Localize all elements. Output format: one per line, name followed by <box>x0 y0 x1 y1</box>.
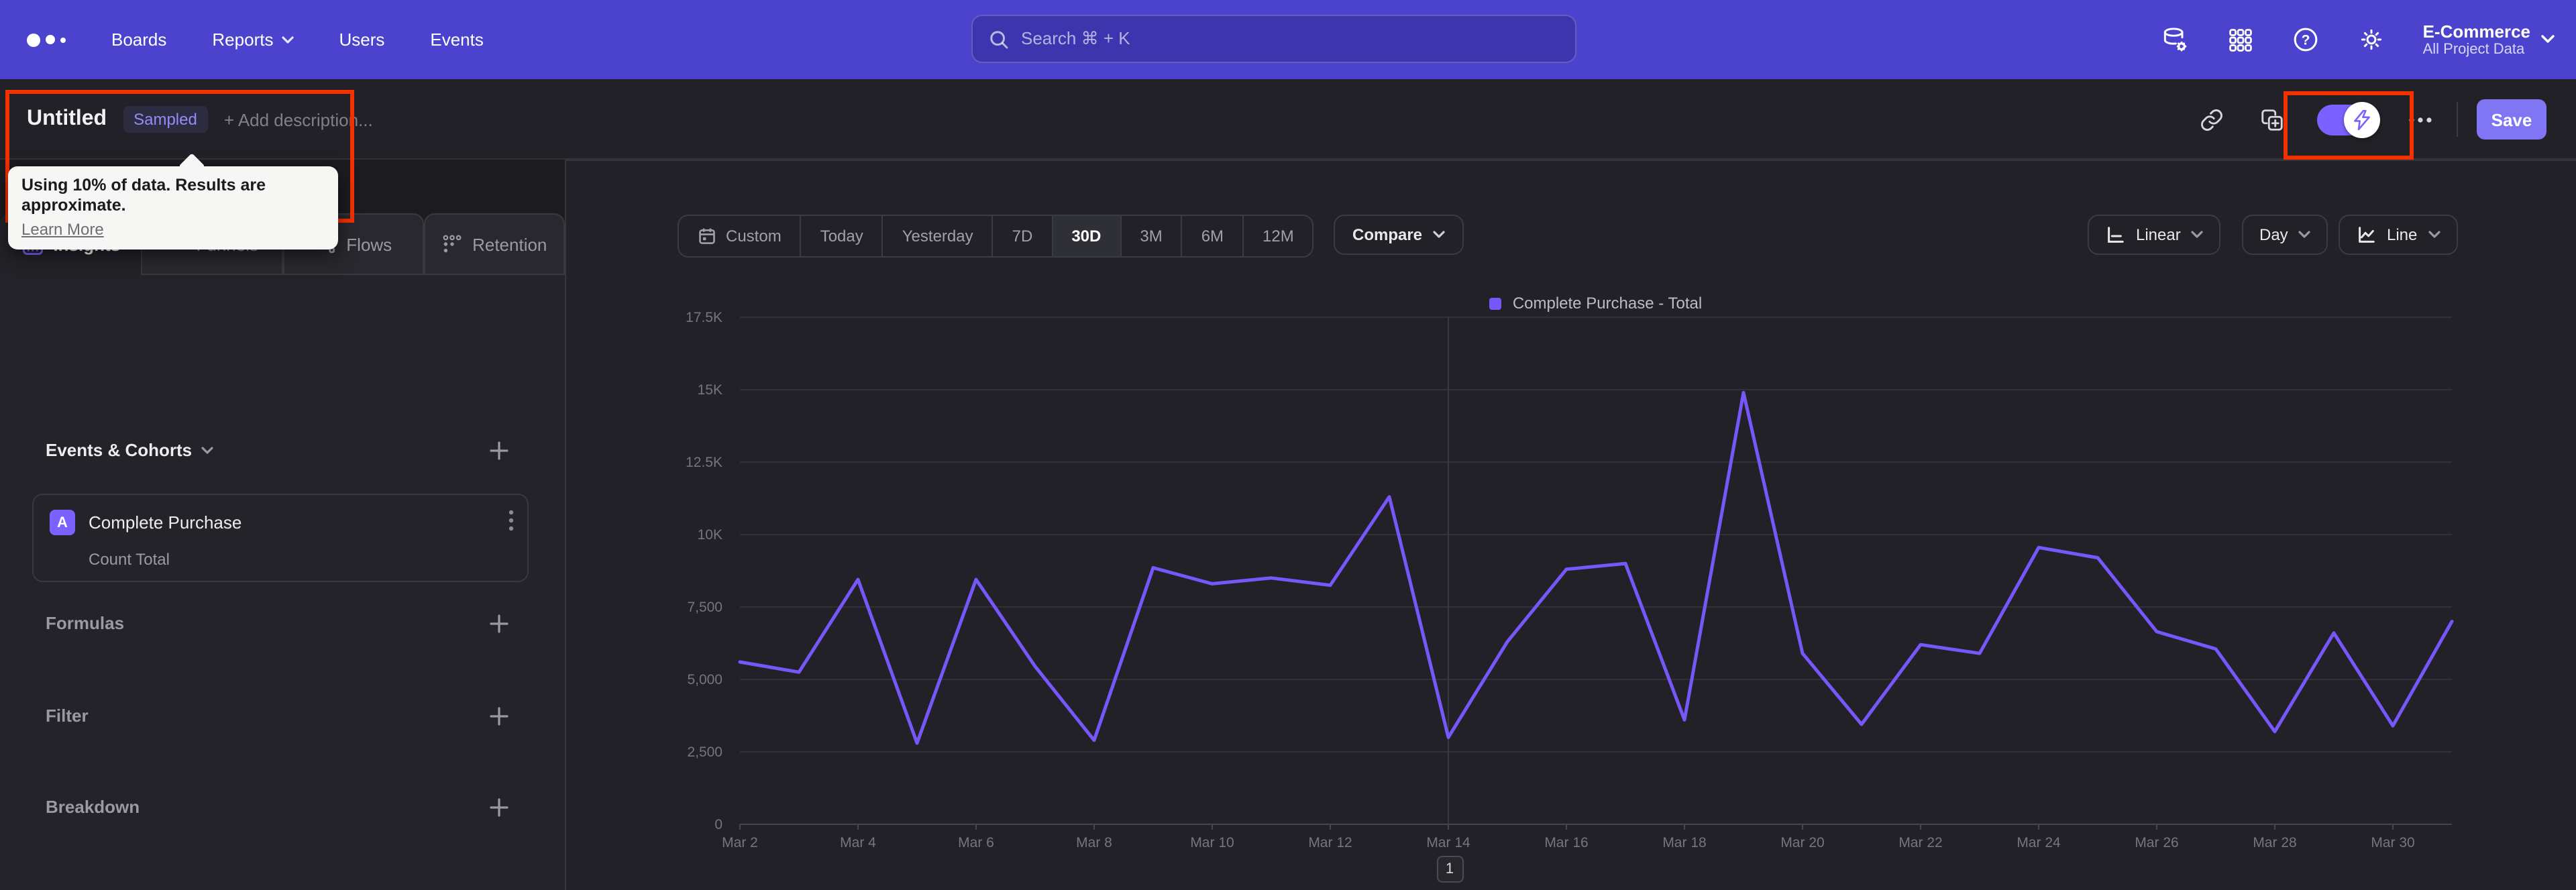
chevron-down-icon <box>2192 231 2204 238</box>
legend-swatch <box>1489 297 1502 309</box>
sampling-toggle-knob <box>2344 101 2380 137</box>
help-icon[interactable]: ? <box>2292 25 2320 54</box>
save-button[interactable]: Save <box>2477 99 2546 140</box>
chevron-down-icon <box>2299 231 2311 238</box>
nav-menu: Boards Reports Users Events <box>111 30 484 50</box>
event-letter-badge: A <box>50 510 75 535</box>
more-options-icon[interactable] <box>2408 116 2432 123</box>
add-description-field[interactable]: + Add description... <box>224 109 373 129</box>
plus-icon <box>490 614 508 633</box>
duplicate-icon[interactable] <box>2259 107 2285 132</box>
section-label: Breakdown <box>46 797 140 817</box>
calendar-icon <box>699 228 715 244</box>
linear-scale-icon <box>2108 226 2124 242</box>
report-title[interactable]: Untitled <box>27 107 107 131</box>
project-scope: All Project Data <box>2422 41 2525 57</box>
nav-item-boards[interactable]: Boards <box>111 30 166 50</box>
interval-dropdown[interactable]: Day <box>2242 215 2328 255</box>
events-cohorts-header[interactable]: Events & Cohorts <box>46 440 213 460</box>
query-builder-body: Events & Cohorts A Complete Purchase Cou… <box>0 275 565 890</box>
svg-text:?: ? <box>2301 33 2310 48</box>
section-label: Formulas <box>46 613 125 633</box>
report-header: Untitled Sampled + Add description... Sa… <box>0 79 2576 160</box>
add-filter-button[interactable] <box>484 702 514 731</box>
chevron-down-icon <box>281 36 294 43</box>
plus-icon <box>490 441 508 460</box>
chevron-down-icon <box>2428 231 2440 238</box>
add-breakdown-button[interactable] <box>484 793 514 822</box>
line-chart-icon <box>2359 226 2375 242</box>
tooltip-text: Using 10% of data. Results are approxima… <box>21 176 266 215</box>
range-yesterday[interactable]: Yesterday <box>883 216 994 256</box>
nav-right-cluster: ? E-Commerce All Project Data <box>2160 0 2576 79</box>
chart-annotation-marker[interactable]: 1 <box>1436 856 1463 883</box>
sampled-badge[interactable]: Sampled <box>123 106 208 133</box>
header-divider <box>2457 102 2458 137</box>
data-management-icon[interactable] <box>2160 25 2190 54</box>
range-7d[interactable]: 7D <box>994 216 1053 256</box>
range-6m[interactable]: 6M <box>1183 216 1244 256</box>
plus-icon <box>490 707 508 726</box>
range-12m[interactable]: 12M <box>1244 216 1313 256</box>
project-name: E-Commerce <box>2422 21 2530 41</box>
nav-item-reports[interactable]: Reports <box>212 30 294 50</box>
event-name[interactable]: Complete Purchase <box>89 512 241 533</box>
range-3m[interactable]: 3M <box>1121 216 1183 256</box>
retention-icon <box>443 235 462 253</box>
search-placeholder: Search ⌘ + K <box>1021 28 1130 48</box>
scale-dropdown[interactable]: Linear <box>2088 215 2221 255</box>
event-row-complete-purchase[interactable]: A Complete Purchase Count Total <box>32 494 529 582</box>
section-formulas: Formulas <box>0 613 565 633</box>
event-kebab-menu-icon[interactable] <box>508 510 514 531</box>
settings-gear-icon[interactable] <box>2357 25 2385 54</box>
legend-label: Complete Purchase - Total <box>1512 294 1703 313</box>
top-navbar: Boards Reports Users Events Search ⌘ + K <box>0 0 2576 79</box>
search-icon <box>990 30 1008 48</box>
mixpanel-logo-icon[interactable] <box>27 33 66 46</box>
add-event-button[interactable] <box>484 436 514 465</box>
sampling-toggle[interactable] <box>2317 101 2380 137</box>
apps-grid-icon[interactable] <box>2227 26 2254 53</box>
add-formulas-button[interactable] <box>484 609 514 638</box>
chart-type-dropdown[interactable]: Line <box>2339 215 2458 255</box>
compare-button[interactable]: Compare <box>1334 215 1464 255</box>
chevron-down-icon <box>1433 231 1445 238</box>
query-builder-panel: InsightsFunnelsFlowsRetention Events & C… <box>0 160 565 890</box>
lightning-bolt-icon <box>2354 109 2370 129</box>
range-custom[interactable]: Custom <box>679 216 802 256</box>
date-range-group: Custom Today Yesterday 7D 30D 3M 6M 12M <box>678 215 1314 258</box>
sampling-tooltip: Using 10% of data. Results are approxima… <box>8 153 338 249</box>
app-window: Boards Reports Users Events Search ⌘ + K <box>0 0 2576 890</box>
plus-icon <box>490 798 508 817</box>
nav-item-events[interactable]: Events <box>430 30 484 50</box>
section-breakdown: Breakdown <box>0 797 565 817</box>
tab-retention[interactable]: Retention <box>423 213 565 275</box>
chart-legend[interactable]: Complete Purchase - Total <box>739 294 2453 313</box>
chevron-down-icon <box>2541 35 2555 43</box>
range-30d[interactable]: 30D <box>1053 216 1122 256</box>
section-filter: Filter <box>0 706 565 726</box>
section-label: Filter <box>46 706 89 726</box>
share-link-icon[interactable] <box>2199 107 2224 132</box>
report-canvas <box>565 160 2576 890</box>
project-switcher[interactable]: E-Commerce All Project Data <box>2423 21 2555 58</box>
event-metric[interactable]: Count Total <box>89 550 170 569</box>
chevron-down-icon <box>201 446 213 453</box>
search-input[interactable]: Search ⌘ + K <box>971 15 1576 63</box>
nav-item-users[interactable]: Users <box>339 30 384 50</box>
learn-more-link[interactable]: Learn More <box>21 220 325 239</box>
range-today[interactable]: Today <box>802 216 883 256</box>
